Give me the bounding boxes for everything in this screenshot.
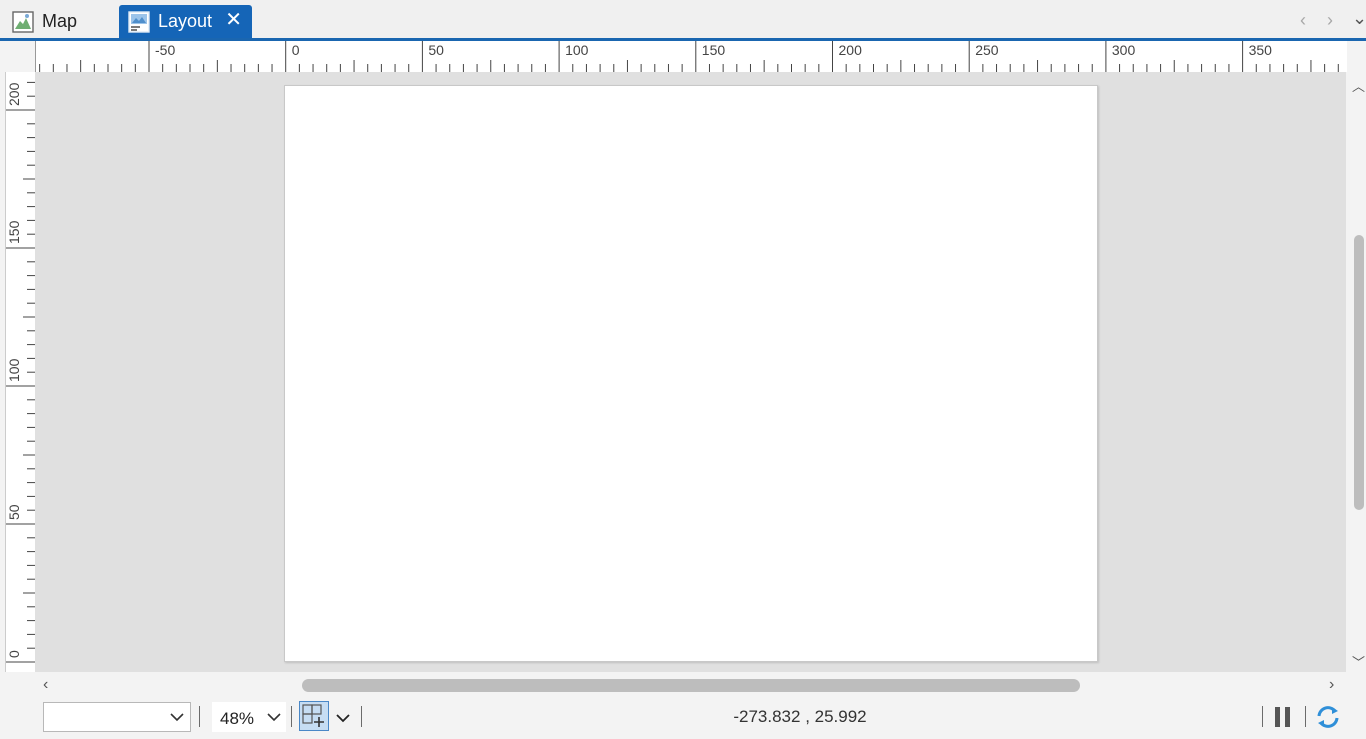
zoom-value: 48%	[220, 709, 255, 728]
tab-map[interactable]: Map	[0, 5, 118, 38]
ruler-label: 50	[428, 42, 444, 58]
snap-grid-icon	[302, 704, 324, 727]
chevron-down-icon[interactable]	[267, 712, 281, 722]
vertical-scrollbar[interactable]: ︿ ﹀	[1346, 72, 1366, 672]
tab-map-label: Map	[42, 11, 78, 31]
snapping-button[interactable]	[299, 701, 329, 731]
cursor-coordinates: -273.832 , 25.992	[733, 707, 867, 726]
pause-icon[interactable]	[1275, 707, 1293, 727]
ruler-label: 200	[6, 82, 22, 106]
tab-layout[interactable]: Layout ✕	[119, 5, 252, 38]
scroll-right-icon[interactable]: ›	[1329, 676, 1334, 694]
chevron-left-icon[interactable]: ‹	[1300, 10, 1306, 31]
horizontal-scrollbar-thumb[interactable]	[302, 679, 1080, 692]
layout-canvas[interactable]	[35, 72, 1346, 672]
layout-page[interactable]	[284, 85, 1098, 662]
separator	[199, 706, 200, 727]
vertical-ruler: 200 150 100 50 0	[5, 72, 36, 672]
zoom-select[interactable]: 48%	[212, 702, 286, 732]
ruler-label: 350	[1249, 42, 1273, 58]
horizontal-ruler: -50 0 50 100 150 200 250 300 350	[35, 41, 1347, 73]
scroll-up-icon[interactable]: ︿	[1352, 76, 1365, 95]
horizontal-ruler-ticks: -50 0 50 100 150 200 250 300 350	[39, 41, 1339, 72]
chevron-down-icon[interactable]	[170, 712, 184, 722]
ruler-corner	[5, 41, 34, 72]
ruler-label: 0	[292, 42, 300, 58]
ruler-label: 0	[6, 650, 22, 658]
tab-bar: Map Layout ✕ ‹ › ⌄	[0, 0, 1366, 41]
map-icon	[12, 10, 34, 33]
separator	[361, 706, 362, 727]
scroll-left-icon[interactable]: ‹	[43, 676, 48, 694]
ruler-label: 250	[975, 42, 999, 58]
status-bar: 48% -273.832 , 25.992	[0, 698, 1366, 739]
scroll-down-icon[interactable]: ﹀	[1352, 652, 1365, 671]
chevron-right-icon[interactable]: ›	[1327, 10, 1333, 31]
ruler-label: 200	[839, 42, 863, 58]
close-icon[interactable]: ✕	[225, 10, 242, 30]
separator	[291, 706, 292, 727]
ruler-label: 150	[702, 42, 726, 58]
horizontal-scrollbar[interactable]: ‹ ›	[35, 672, 1346, 698]
ruler-label: 50	[6, 504, 22, 520]
ruler-label: -50	[155, 42, 175, 58]
chevron-down-icon[interactable]	[336, 713, 350, 723]
separator	[1305, 706, 1306, 727]
layout-icon	[128, 10, 150, 33]
separator	[1262, 706, 1263, 727]
vertical-ruler-ticks: 200 150 100 50 0	[6, 81, 35, 663]
ruler-label: 150	[6, 220, 22, 244]
scale-select[interactable]	[43, 702, 191, 732]
refresh-icon[interactable]	[1314, 703, 1342, 731]
ruler-label: 100	[565, 42, 589, 58]
vertical-scrollbar-thumb[interactable]	[1354, 235, 1364, 510]
tab-layout-label: Layout	[158, 11, 213, 31]
ruler-label: 300	[1112, 42, 1136, 58]
chevron-down-icon[interactable]: ⌄	[1352, 8, 1366, 29]
ruler-label: 100	[6, 358, 22, 382]
